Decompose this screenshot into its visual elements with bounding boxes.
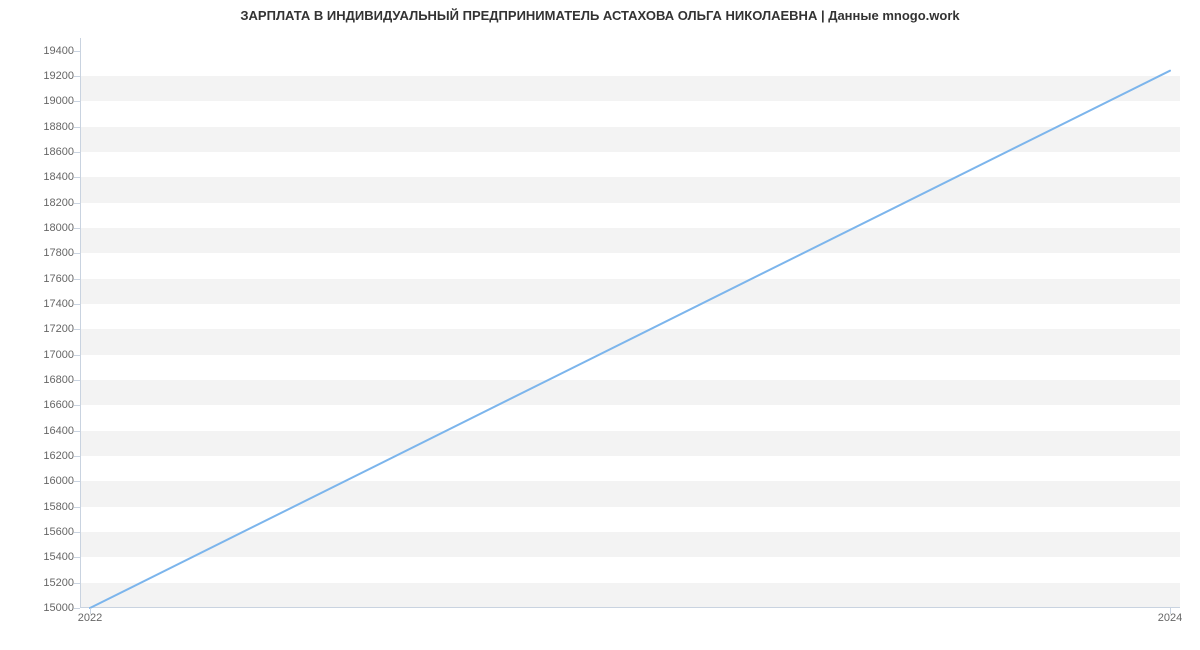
- y-tick: [74, 405, 80, 406]
- y-tick-label: 18000: [43, 222, 74, 234]
- line-layer: [80, 38, 1180, 608]
- y-tick: [74, 253, 80, 254]
- y-tick: [74, 203, 80, 204]
- y-tick-label: 17800: [43, 247, 74, 259]
- y-tick-label: 15600: [43, 526, 74, 538]
- y-tick: [74, 51, 80, 52]
- y-tick-label: 15000: [43, 602, 74, 614]
- y-tick-label: 17600: [43, 273, 74, 285]
- y-tick: [74, 456, 80, 457]
- y-tick-label: 18600: [43, 146, 74, 158]
- y-tick-label: 15200: [43, 577, 74, 589]
- y-tick-label: 15800: [43, 501, 74, 513]
- y-tick-label: 18800: [43, 121, 74, 133]
- y-tick: [74, 76, 80, 77]
- y-tick: [74, 279, 80, 280]
- y-tick-label: 19000: [43, 95, 74, 107]
- y-tick-label: 17400: [43, 298, 74, 310]
- y-tick: [74, 355, 80, 356]
- y-tick: [74, 583, 80, 584]
- y-tick-label: 18200: [43, 197, 74, 209]
- y-tick: [74, 431, 80, 432]
- y-tick-label: 17200: [43, 323, 74, 335]
- plot-area: [80, 38, 1180, 608]
- y-tick-label: 19200: [43, 70, 74, 82]
- y-tick-label: 17000: [43, 349, 74, 361]
- y-tick-label: 16600: [43, 399, 74, 411]
- x-tick-label: 2022: [78, 612, 102, 624]
- data-line: [90, 71, 1170, 608]
- y-tick: [74, 608, 80, 609]
- y-tick: [74, 177, 80, 178]
- y-tick-label: 16200: [43, 450, 74, 462]
- chart-title: ЗАРПЛАТА В ИНДИВИДУАЛЬНЫЙ ПРЕДПРИНИМАТЕЛ…: [0, 8, 1200, 23]
- y-tick: [74, 304, 80, 305]
- y-tick-label: 15400: [43, 551, 74, 563]
- y-tick: [74, 532, 80, 533]
- y-tick-label: 16400: [43, 425, 74, 437]
- y-tick-label: 19400: [43, 45, 74, 57]
- y-tick-label: 18400: [43, 171, 74, 183]
- y-tick: [74, 380, 80, 381]
- y-tick: [74, 101, 80, 102]
- x-tick-label: 2024: [1158, 612, 1182, 624]
- y-tick: [74, 557, 80, 558]
- y-tick: [74, 152, 80, 153]
- y-tick: [74, 507, 80, 508]
- y-tick-label: 16000: [43, 475, 74, 487]
- y-tick: [74, 481, 80, 482]
- chart-container: ЗАРПЛАТА В ИНДИВИДУАЛЬНЫЙ ПРЕДПРИНИМАТЕЛ…: [0, 0, 1200, 650]
- y-tick: [74, 329, 80, 330]
- y-tick: [74, 127, 80, 128]
- y-tick: [74, 228, 80, 229]
- y-tick-label: 16800: [43, 374, 74, 386]
